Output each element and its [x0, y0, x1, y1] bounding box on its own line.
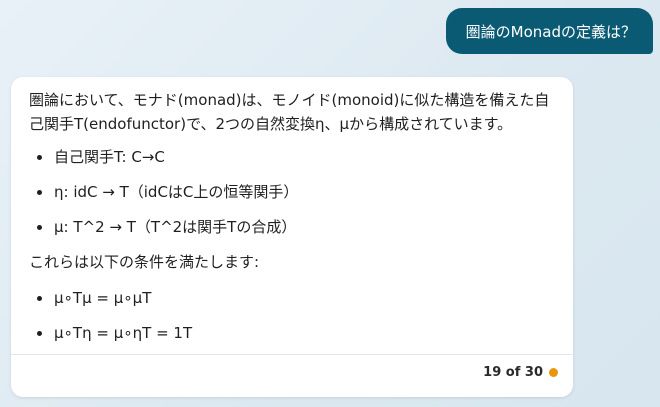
list-item: μ: T^2 → T（T^2は関手Tの合成）	[29, 215, 557, 239]
bot-response-card: 圏論において、モナド(monad)は、モノイド(monoid)に似た構造を備えた…	[11, 77, 573, 397]
response-intro: 圏論において、モナド(monad)は、モノイド(monoid)に似た構造を備えた…	[29, 91, 550, 133]
response-counter: 19 of 30	[483, 365, 543, 380]
footer-divider	[11, 354, 573, 355]
user-message-text: 圏論のMonadの定義は？	[465, 22, 636, 41]
list-item: μ∘Tμ = μ∘μT	[29, 286, 557, 310]
conditions-intro: これらは以下の条件を満たします:	[29, 253, 260, 271]
list-item: 自己関手T: C→C	[29, 145, 557, 169]
list-item: μ∘Tη = μ∘ηT = 1T	[29, 321, 557, 345]
user-message-bubble: 圏論のMonadの定義は？	[445, 8, 653, 54]
status-dot-icon	[549, 368, 558, 377]
components-list: 自己関手T: C→C η: idC → T（idCはC上の恒等関手） μ: T^…	[29, 145, 557, 239]
bot-response-body: 圏論において、モナド(monad)は、モノイド(monoid)に似た構造を備えた…	[11, 77, 573, 345]
list-item: η: idC → T（idCはC上の恒等関手）	[29, 180, 557, 204]
conditions-list: μ∘Tμ = μ∘μT μ∘Tη = μ∘ηT = 1T	[29, 286, 557, 345]
response-footer: 19 of 30	[483, 365, 558, 380]
